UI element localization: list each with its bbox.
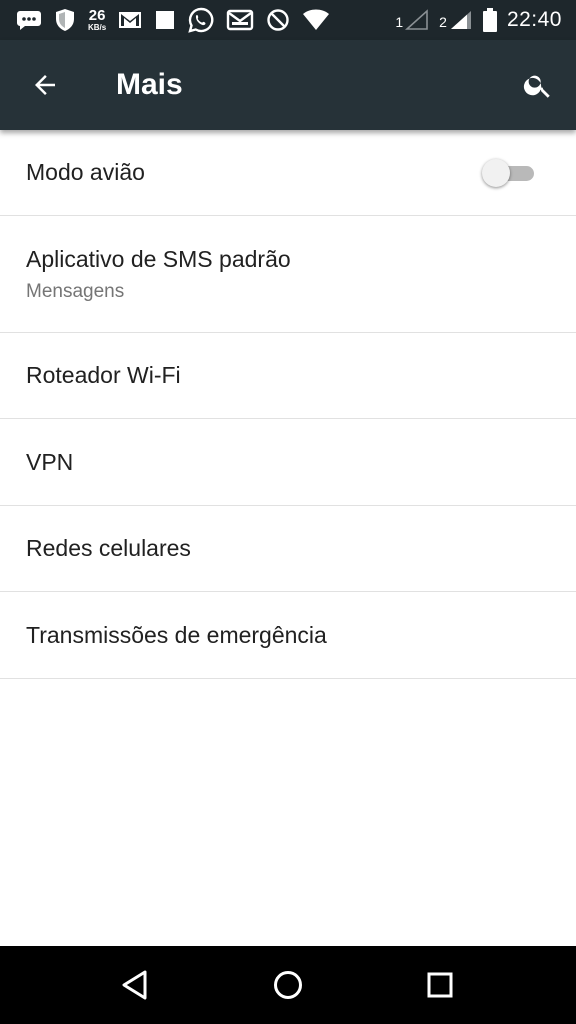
data-speed-indicator: 26 KB/s (88, 8, 106, 32)
status-bar: 26 KB/s 1 2 22:40 (0, 0, 576, 40)
nav-back-button[interactable] (106, 955, 166, 1015)
battery-icon (482, 7, 497, 33)
settings-list: Modo avião Aplicativo de SMS padrão Mens… (0, 130, 576, 679)
wifi-icon (302, 7, 330, 33)
sim1-label: 1 (395, 14, 404, 30)
airplane-mode-toggle[interactable] (482, 158, 536, 187)
data-speed-unit: KB/s (88, 23, 107, 32)
list-item-emergency-broadcasts[interactable]: Transmissões de emergência (0, 592, 576, 679)
shield-icon (54, 7, 76, 33)
mail-icon (226, 7, 254, 33)
square-notification-icon (154, 7, 176, 33)
whatsapp-icon (188, 7, 214, 33)
status-bar-notifications: 26 KB/s (0, 7, 330, 33)
home-circle-icon (274, 971, 302, 999)
list-item-cellular-networks[interactable]: Redes celulares (0, 506, 576, 592)
list-item-title: Redes celulares (26, 535, 191, 561)
sim1-signal: 1 (395, 9, 429, 31)
sim2-label: 2 (439, 14, 447, 30)
recents-square-icon (427, 972, 453, 998)
signal-strong-icon (450, 11, 471, 29)
nav-recents-button[interactable] (410, 955, 470, 1015)
back-button[interactable] (0, 40, 90, 130)
search-button[interactable] (500, 40, 576, 130)
status-bar-system: 1 2 22:40 (395, 7, 576, 33)
data-speed-value: 26 (88, 7, 106, 24)
list-item-sms-app[interactable]: Aplicativo de SMS padrão Mensagens (0, 216, 576, 333)
page-title: Mais (116, 68, 183, 101)
nav-home-button[interactable] (258, 955, 318, 1015)
list-item-wifi-router[interactable]: Roteador Wi-Fi (0, 333, 576, 419)
toggle-thumb (482, 158, 510, 187)
list-item-modo-aviao[interactable]: Modo avião (0, 130, 576, 216)
list-item-title: Aplicativo de SMS padrão (26, 245, 291, 272)
app-bar: Mais (0, 40, 576, 130)
do-not-disturb-icon (266, 7, 290, 33)
list-item-title: VPN (26, 448, 74, 475)
list-item-title: Roteador Wi-Fi (26, 362, 181, 388)
clock: 22:40 (506, 8, 562, 31)
navigation-bar (0, 946, 576, 1024)
sim2-signal: 2 (439, 9, 473, 31)
arrow-back-icon (35, 75, 55, 95)
list-item-vpn[interactable]: VPN (0, 419, 576, 506)
list-item-subtitle: Mensagens (26, 280, 125, 302)
back-triangle-icon (122, 970, 147, 1000)
chat-bubble-icon (16, 7, 42, 33)
signal-empty-icon (405, 9, 428, 30)
list-item-title: Transmissões de emergência (26, 621, 327, 648)
gmail-icon (118, 7, 142, 33)
search-icon (523, 75, 550, 98)
